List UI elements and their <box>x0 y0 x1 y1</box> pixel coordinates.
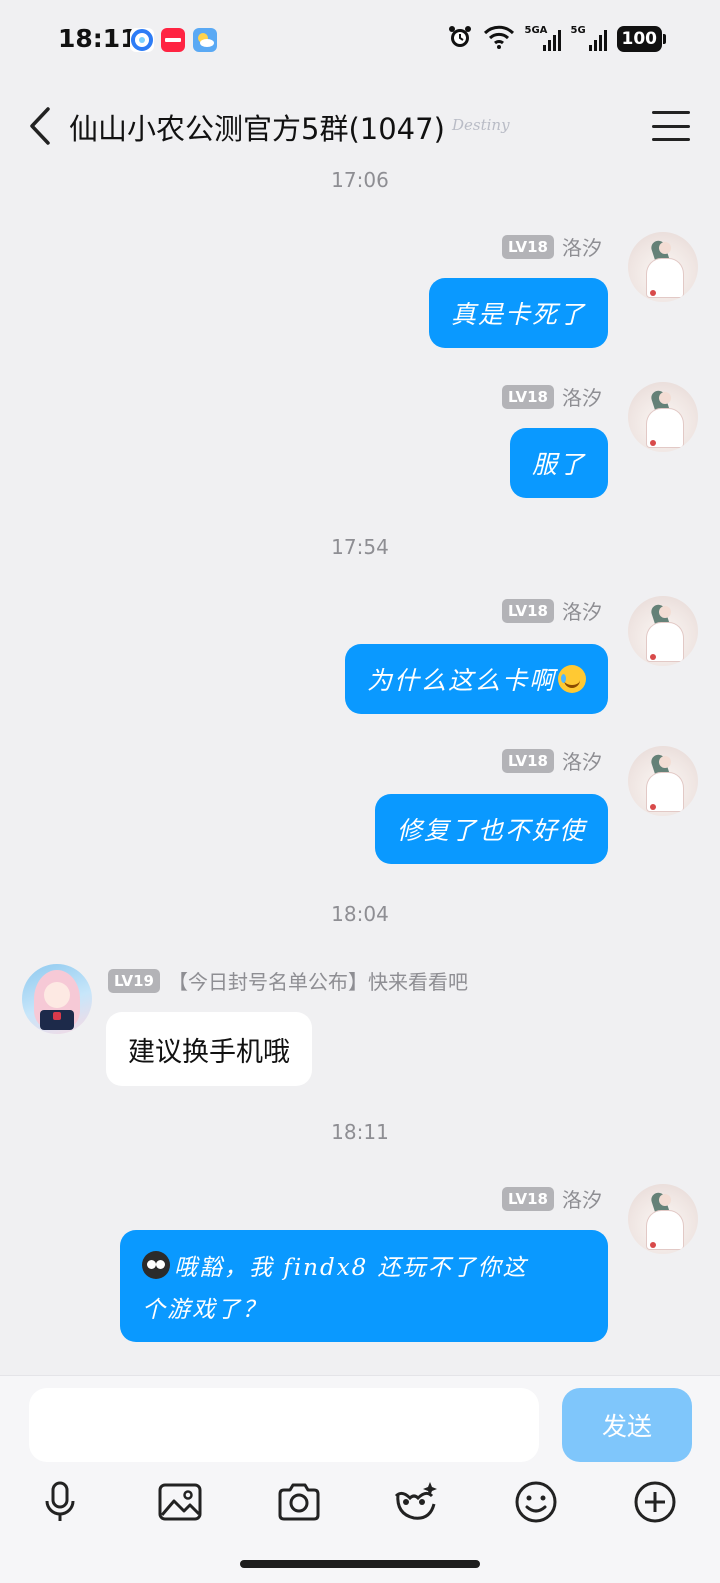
chat-title[interactable]: 仙山小农公测官方5群(1047) <box>69 106 445 148</box>
back-button[interactable] <box>20 102 60 150</box>
sender-meta: LV18 洛汐 <box>502 1184 602 1213</box>
sender-meta: LV19 【今日封号名单公布】快来看看吧 <box>108 966 468 995</box>
sender-meta: LV18 洛汐 <box>502 382 602 411</box>
browser-app-icon <box>130 28 154 52</box>
level-badge: LV18 <box>502 384 554 409</box>
send-button[interactable]: 发送 <box>562 1388 692 1462</box>
sender-name: 洛汐 <box>562 236 602 260</box>
avatar[interactable] <box>628 1184 698 1254</box>
sender-name: 洛汐 <box>562 750 602 774</box>
timestamp: 17:54 <box>331 535 389 559</box>
sender-name: 洛汐 <box>562 600 602 624</box>
message-input[interactable] <box>29 1388 539 1462</box>
status-time: 18:11 <box>58 24 138 53</box>
sender-meta: LV18 洛汐 <box>502 746 602 775</box>
sender-name: 洛汐 <box>562 1188 602 1212</box>
owl-emoji-icon <box>142 1251 170 1279</box>
message-text: 修复了也不好使 <box>396 816 586 845</box>
signal-5g-icon: 5G <box>571 25 607 53</box>
level-badge: LV19 <box>108 968 160 993</box>
avatar[interactable] <box>628 746 698 816</box>
microphone-icon[interactable] <box>34 1476 86 1528</box>
message-bubble[interactable]: 修复了也不好使 <box>374 794 608 864</box>
message-text: 真是卡死了 <box>450 300 586 329</box>
sender-name: 洛汐 <box>562 386 602 410</box>
camera-icon[interactable] <box>273 1476 325 1528</box>
level-badge: LV18 <box>502 748 554 773</box>
xiaohongshu-app-icon <box>161 28 185 52</box>
menu-button[interactable] <box>652 106 690 146</box>
toolbar <box>0 1466 720 1546</box>
input-bar: 发送 <box>0 1375 720 1583</box>
title-decoration: Destiny <box>452 116 510 134</box>
wifi-icon <box>483 24 515 54</box>
chat-header: 仙山小农公测官方5群(1047) Destiny <box>0 90 720 162</box>
level-badge: LV18 <box>502 598 554 623</box>
avatar[interactable] <box>22 964 92 1034</box>
message-bubble[interactable]: 哦豁，我 findx8 还玩不了你这 个游戏了？ <box>120 1230 608 1342</box>
avatar[interactable] <box>628 232 698 302</box>
crying-laugh-emoji-icon <box>558 665 586 693</box>
image-icon[interactable] <box>154 1476 206 1528</box>
menu-icon <box>652 111 690 114</box>
message-text: 服了 <box>531 450 586 479</box>
level-badge: LV18 <box>502 234 554 259</box>
message-text-line2: 个游戏了？ <box>142 1297 267 1323</box>
message-text: 为什么这么卡啊 <box>366 666 556 695</box>
status-indicators: 5GA 5G 100 <box>447 24 666 54</box>
timestamp: 18:04 <box>331 902 389 926</box>
emoji-icon[interactable] <box>510 1476 562 1528</box>
avatar[interactable] <box>628 596 698 666</box>
level-badge: LV18 <box>502 1186 554 1211</box>
avatar[interactable] <box>628 382 698 452</box>
alarm-icon <box>447 24 473 54</box>
message-bubble[interactable]: 服了 <box>509 428 608 498</box>
timestamp: 17:06 <box>331 168 389 192</box>
message-text-line1: 哦豁，我 findx8 还玩不了你这 <box>174 1255 528 1281</box>
sender-meta: LV18 洛汐 <box>502 232 602 261</box>
sender-meta: LV18 洛汐 <box>502 596 602 625</box>
message-bubble[interactable]: 真是卡死了 <box>428 278 608 348</box>
plus-icon[interactable] <box>629 1476 681 1528</box>
weather-app-icon <box>193 28 217 52</box>
chevron-left-icon <box>30 107 50 145</box>
sender-name: 【今日封号名单公布】快来看看吧 <box>167 970 468 994</box>
home-indicator[interactable] <box>240 1560 480 1568</box>
message-bubble[interactable]: 为什么这么卡啊 <box>344 644 608 714</box>
signal-5ga-icon: 5GA <box>525 25 561 53</box>
timestamp: 18:11 <box>331 1120 389 1144</box>
status-bar: 18:11 5GA 5G 100 <box>0 0 720 80</box>
sticker-icon[interactable] <box>390 1476 442 1528</box>
message-bubble[interactable]: 建议换手机哦 <box>106 1012 312 1086</box>
message-text: 建议换手机哦 <box>128 1036 290 1068</box>
battery-indicator: 100 <box>616 26 666 52</box>
signal-5g-label: 5G <box>570 25 586 36</box>
